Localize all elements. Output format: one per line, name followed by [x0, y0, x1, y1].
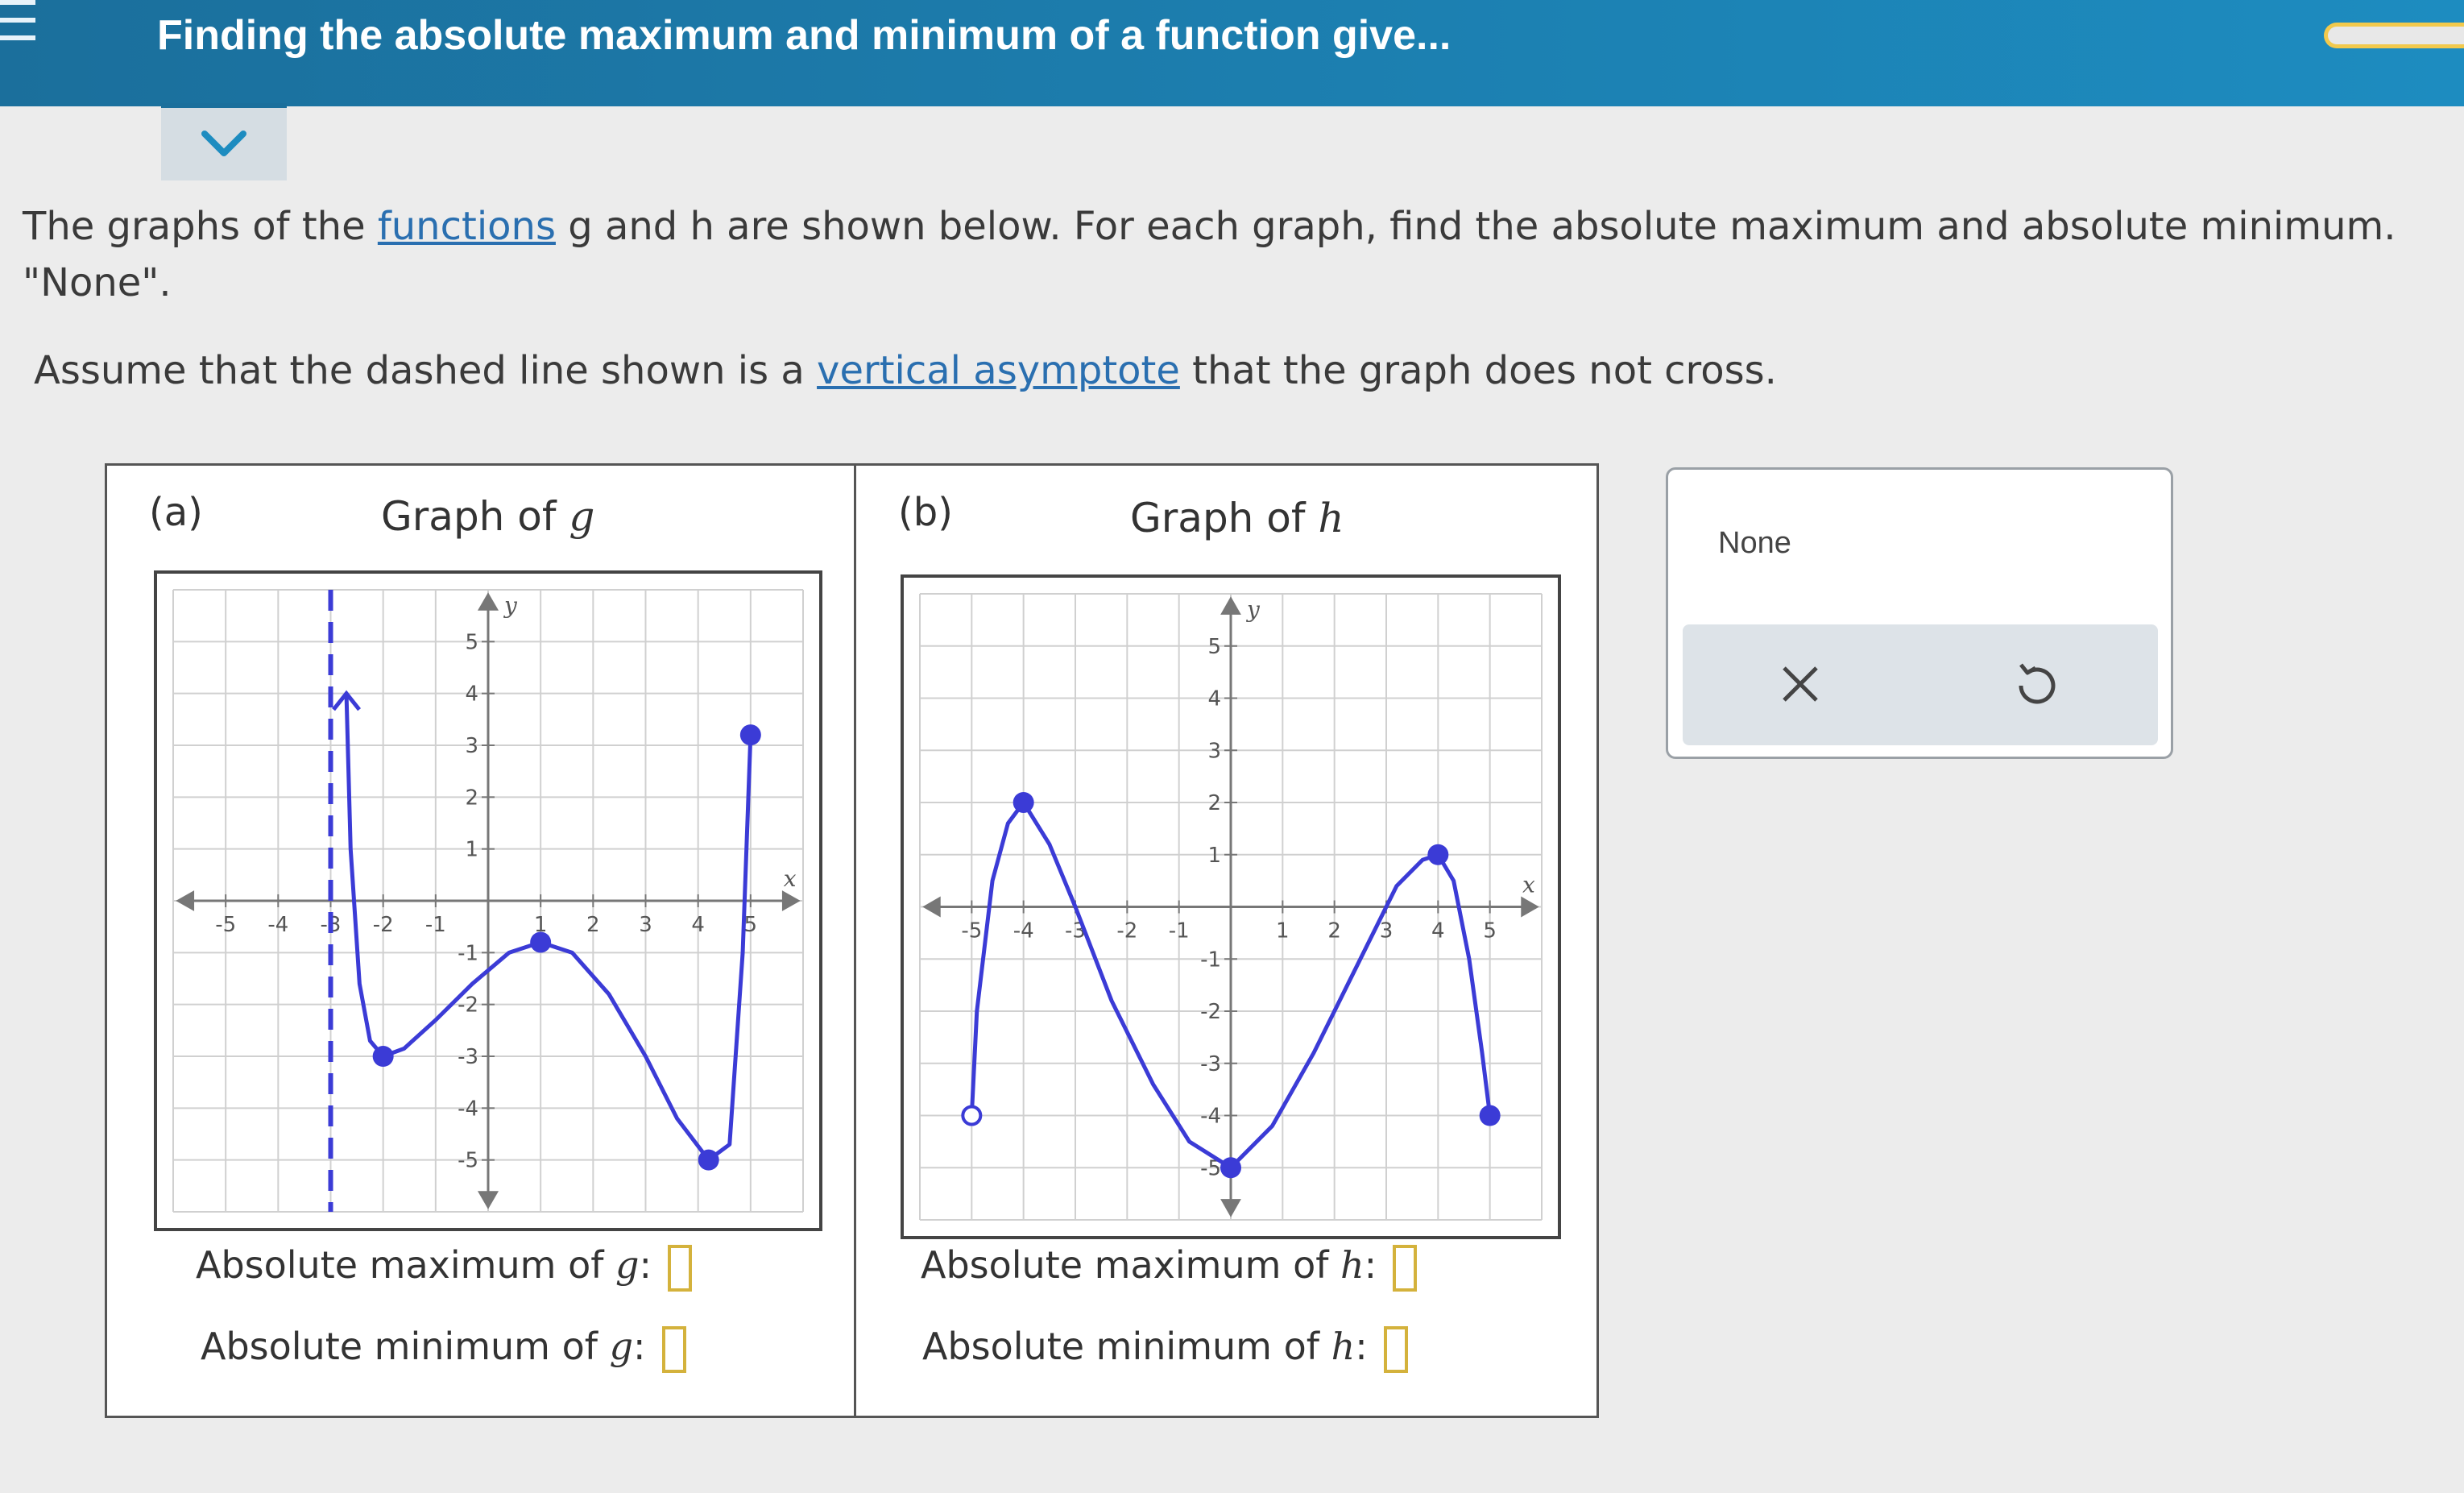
y-tick-label: 3	[465, 734, 478, 758]
abs-min-g-row: Absolute minimum of g:	[201, 1325, 686, 1373]
x-tick-label: -4	[1013, 919, 1034, 943]
close-icon[interactable]	[1774, 658, 1826, 710]
y-tick-label: 5	[1207, 635, 1221, 659]
closed-point	[1479, 1105, 1501, 1126]
y-tick-label: 2	[1207, 791, 1221, 815]
y-tick-label: 4	[1207, 687, 1221, 711]
graph-title: Graph of h	[1130, 495, 1344, 541]
y-tick-label: 1	[1207, 844, 1221, 868]
vertical-asymptote-link[interactable]: vertical asymptote	[817, 348, 1180, 393]
x-tick-label: -2	[1116, 919, 1137, 943]
y-tick-label: -2	[1200, 1000, 1221, 1024]
answer-tools-panel: None	[1666, 467, 2173, 759]
abs-min-h-row: Absolute minimum of h:	[922, 1325, 1408, 1373]
y-tick-label: 4	[465, 682, 478, 707]
none-button[interactable]: None	[1718, 526, 1791, 561]
closed-point	[739, 724, 761, 746]
panel-a: (a) Graph of g -5-4-3-2-11234554321-1-2-…	[105, 463, 882, 1418]
action-bar	[1683, 624, 2158, 745]
abs-max-g-row: Absolute maximum of g:	[196, 1243, 692, 1292]
prompt-line-1: The graphs of the functions g and h are …	[23, 204, 2396, 249]
y-tick-label: 5	[465, 630, 478, 654]
y-tick-label: -1	[1200, 948, 1221, 972]
problem-prompt: The graphs of the functions g and h are …	[23, 198, 2396, 311]
x-tick-label: 3	[639, 913, 652, 937]
y-tick-label: 2	[465, 786, 478, 810]
x-tick-label: -4	[267, 913, 288, 937]
x-tick-label: 4	[1431, 919, 1445, 943]
x-tick-label: 5	[1483, 919, 1497, 943]
y-axis-label: y	[503, 592, 518, 619]
x-tick-label: -1	[425, 913, 446, 937]
panel-label: (b)	[898, 490, 953, 535]
abs-max-g-input[interactable]	[667, 1244, 692, 1292]
y-tick-label: -3	[1200, 1052, 1221, 1076]
x-tick-label: -5	[215, 913, 236, 937]
closed-point	[1427, 844, 1449, 865]
graph-of-h: -5 -4 -3 -2 -1 1 2 3 4 554321-1-2-3-4-5xy	[901, 574, 1561, 1239]
x-tick-label: 1	[1276, 919, 1290, 943]
y-tick-label: -1	[458, 941, 478, 965]
x-tick-label: 2	[1327, 919, 1341, 943]
abs-max-h-row: Absolute maximum of h:	[921, 1243, 1418, 1292]
x-tick-label: -5	[961, 919, 982, 943]
undo-icon[interactable]	[2010, 658, 2061, 710]
closed-point	[372, 1046, 394, 1067]
closed-point	[530, 931, 552, 953]
x-axis-label: x	[784, 865, 797, 892]
y-tick-label: -4	[458, 1097, 478, 1121]
closed-point	[1220, 1157, 1241, 1179]
open-point	[961, 1105, 983, 1126]
x-tick-label: -1	[1169, 919, 1190, 943]
x-tick-label: -2	[373, 913, 394, 937]
y-tick-label: -5	[458, 1149, 478, 1173]
functions-link[interactable]: functions	[378, 204, 556, 249]
top-bar: Finding the absolute maximum and minimum…	[0, 0, 2464, 106]
x-tick-label: 2	[586, 913, 600, 937]
collapse-toggle[interactable]	[161, 103, 287, 180]
abs-min-h-input[interactable]	[1383, 1325, 1408, 1373]
closed-point	[1013, 792, 1034, 813]
y-tick-label: -3	[458, 1045, 478, 1069]
y-tick-label: 1	[465, 838, 478, 862]
x-tick-label: 4	[691, 913, 705, 937]
abs-max-h-input[interactable]	[1393, 1244, 1418, 1292]
closed-point	[698, 1149, 719, 1171]
graph-of-g: -5-4-3-2-11234554321-1-2-3-4-5xy	[154, 570, 822, 1231]
graph-title: Graph of g	[381, 493, 595, 540]
panel-label: (a)	[149, 490, 203, 535]
x-tick-label: 3	[1380, 919, 1394, 943]
page-title: Finding the absolute maximum and minimum…	[157, 12, 1451, 59]
y-tick-label: -4	[1200, 1105, 1221, 1129]
progress-indicator	[2324, 23, 2464, 48]
y-tick-label: 3	[1207, 739, 1221, 763]
panel-b: (b) Graph of h -5 -4 -3 -2 -1 1 2 3 4 5 5 4 3 2 1 -1 -2 -…	[854, 463, 1599, 1418]
prompt-line-2: "None".	[23, 260, 172, 305]
menu-icon[interactable]	[0, 0, 39, 48]
chevron-down-icon	[201, 131, 246, 156]
x-axis-label: x	[1522, 872, 1535, 898]
abs-min-g-input[interactable]	[661, 1325, 686, 1373]
asymptote-note: Assume that the dashed line shown is a v…	[34, 348, 1777, 393]
y-axis-label: y	[1245, 596, 1261, 623]
